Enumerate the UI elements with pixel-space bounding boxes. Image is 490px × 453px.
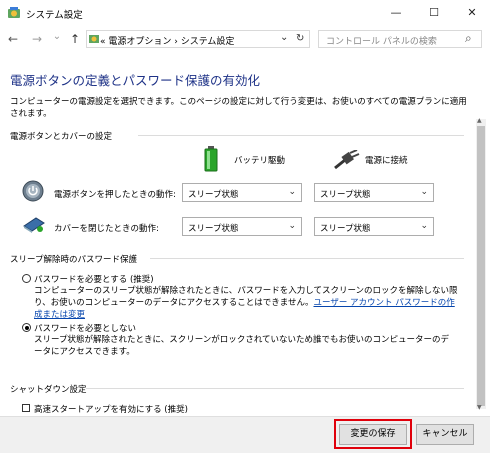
- lid-close-plugged-select[interactable]: スリープ状態 ⌄: [314, 217, 434, 236]
- password-protection-heading: スリープ解除時のパスワード保護: [10, 255, 137, 265]
- recent-locations-chevron-icon[interactable]: ⌄: [50, 29, 64, 45]
- lid-close-action-label: カバーを閉じたときの動作:: [54, 224, 159, 234]
- address-control-panel-icon: [89, 35, 99, 43]
- page-description: コンピューターの電源設定を選択できます。このページの設定に対して行う変更は、お使…: [10, 97, 467, 119]
- plugged-in-column-label: 電源に接続: [365, 156, 408, 166]
- power-buttons-heading: 電源ボタンとカバーの設定: [10, 132, 113, 142]
- scroll-down-icon[interactable]: ▼: [477, 404, 482, 411]
- plug-icon: [334, 150, 360, 170]
- chevron-down-icon: ⌄: [420, 221, 428, 231]
- no-password-label[interactable]: パスワードを必要としない: [34, 322, 136, 334]
- require-password-radio[interactable]: [22, 274, 31, 283]
- save-changes-button[interactable]: 変更の保存: [339, 424, 407, 445]
- maximize-button[interactable]: ☐: [424, 4, 444, 22]
- back-arrow-icon[interactable]: ←: [6, 31, 20, 47]
- minimize-button[interactable]: —: [386, 4, 406, 22]
- fast-startup-label[interactable]: 高速スタートアップを有効にする (推奨): [34, 403, 188, 415]
- page-title: 電源ボタンの定義とパスワード保護の有効化: [10, 73, 261, 88]
- require-password-label[interactable]: パスワードを必要とする (推奨): [34, 273, 154, 285]
- chevron-down-icon: ⌄: [420, 187, 428, 197]
- divider: [86, 388, 464, 389]
- power-button-icon: [22, 180, 44, 202]
- require-password-description: コンピューターのスリープ状態が解除されたときに、パスワードを入力してスクリーンの…: [34, 286, 458, 320]
- divider: [150, 258, 464, 259]
- power-button-battery-select[interactable]: スリープ状態 ⌄: [182, 183, 302, 202]
- chevron-down-icon: ⌄: [288, 187, 296, 197]
- search-input[interactable]: コントロール パネルの検索: [326, 34, 437, 47]
- power-button-plugged-select[interactable]: スリープ状態 ⌄: [314, 183, 434, 202]
- fast-startup-checkbox[interactable]: [22, 404, 30, 412]
- forward-arrow-icon[interactable]: →: [30, 31, 44, 47]
- chevron-down-icon: ⌄: [288, 221, 296, 231]
- refresh-icon[interactable]: ↻: [296, 33, 304, 44]
- search-icon[interactable]: ⌕: [465, 31, 472, 46]
- cancel-button[interactable]: キャンセル: [416, 424, 474, 445]
- lid-close-battery-select[interactable]: スリープ状態 ⌄: [182, 217, 302, 236]
- no-password-radio[interactable]: [22, 323, 31, 332]
- battery-column-label: バッテリ駆動: [234, 156, 286, 166]
- battery-icon: [204, 146, 218, 172]
- laptop-lid-icon: [23, 217, 45, 233]
- address-chevron-down-icon[interactable]: ⌄: [280, 32, 288, 43]
- divider: [138, 135, 464, 136]
- control-panel-icon: [8, 7, 20, 18]
- power-button-action-label: 電源ボタンを押したときの動作:: [54, 190, 176, 200]
- scrollbar-thumb[interactable]: [477, 126, 485, 406]
- no-password-description: スリープ状態が解除されたときに、スクリーンがロックされていないため誰でもお使いの…: [34, 335, 450, 357]
- scroll-up-icon[interactable]: ▲: [477, 117, 482, 124]
- breadcrumb[interactable]: « 電源オプション › システム設定: [100, 34, 234, 47]
- close-button[interactable]: ✕: [462, 4, 482, 22]
- shutdown-settings-heading: シャットダウン設定: [10, 385, 87, 395]
- window-title: システム設定: [26, 10, 83, 21]
- up-arrow-icon[interactable]: ↑: [68, 31, 82, 47]
